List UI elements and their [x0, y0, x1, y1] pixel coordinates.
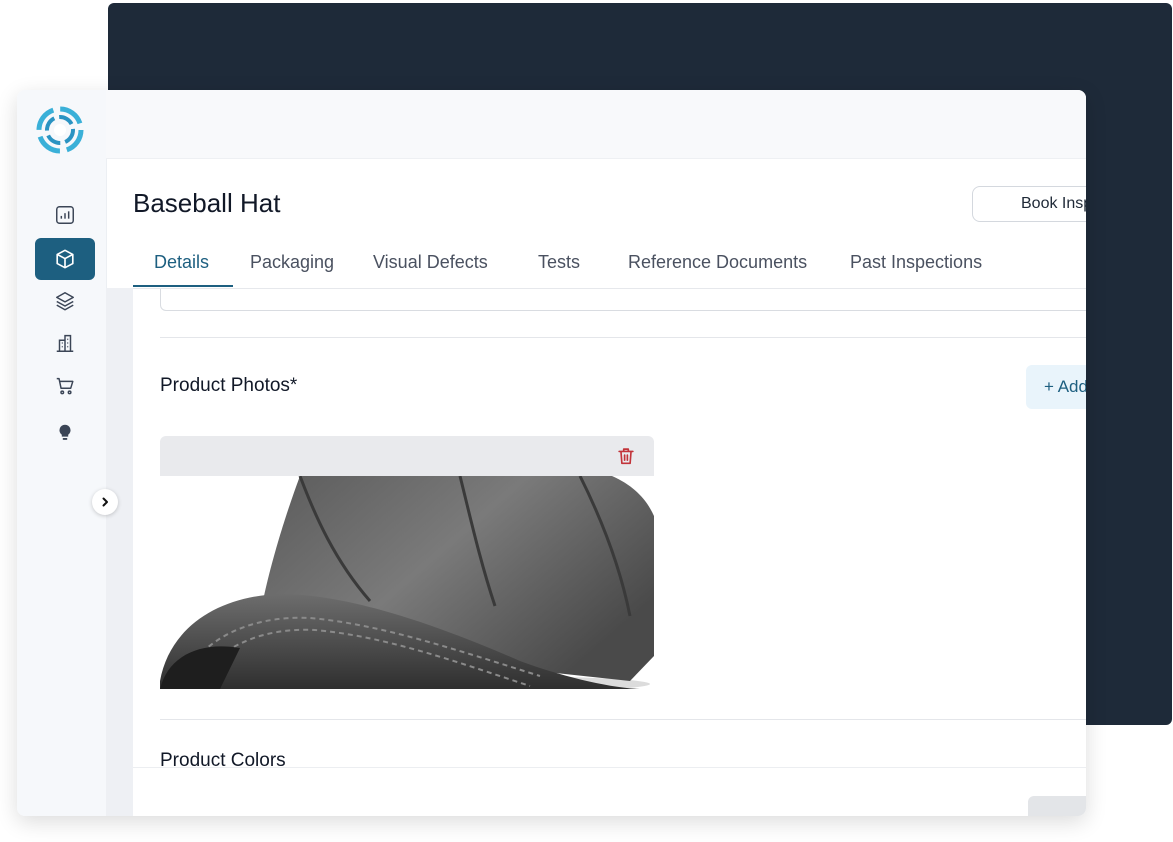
- layers-icon: [56, 292, 74, 311]
- active-tab-indicator: [133, 285, 233, 287]
- app-window: Baseball Hat Book Inspection Details Pac…: [17, 90, 1086, 816]
- sidebar-item-orders[interactable]: [35, 365, 95, 407]
- tab-packaging[interactable]: Packaging: [250, 238, 334, 288]
- analytics-icon: [56, 206, 74, 224]
- shopping-cart-icon: [56, 377, 74, 395]
- sidebar-item-factories[interactable]: [35, 322, 95, 364]
- product-box-icon: [56, 249, 74, 269]
- chevron-right-icon: [102, 497, 108, 507]
- sidebar-item-insights[interactable]: [35, 412, 95, 454]
- photo-card-header: [160, 436, 654, 476]
- details-content: Product Photos* + Add Product Colors: [133, 289, 1086, 816]
- product-photos-label: Product Photos*: [160, 375, 298, 396]
- product-photo-card: [160, 436, 654, 689]
- top-bar: [106, 90, 1086, 159]
- tab-tests[interactable]: Tests: [538, 238, 580, 288]
- logo-icon: [36, 106, 84, 154]
- tab-reference-documents[interactable]: Reference Documents: [628, 238, 807, 288]
- divider: [160, 719, 1086, 720]
- footer-action-button[interactable]: [1028, 796, 1086, 816]
- baseball-hat-photo: [160, 476, 654, 689]
- tab-visual-defects[interactable]: Visual Defects: [373, 238, 488, 288]
- sidebar: [17, 90, 107, 816]
- sidebar-expand-button[interactable]: [92, 489, 118, 515]
- building-icon: [56, 334, 74, 352]
- text-field[interactable]: [160, 289, 1086, 311]
- add-photo-button[interactable]: + Add: [1026, 365, 1086, 409]
- sidebar-item-analytics[interactable]: [35, 194, 95, 236]
- page-title: Baseball Hat: [133, 188, 281, 218]
- divider: [160, 337, 1086, 338]
- delete-icon[interactable]: [615, 445, 637, 467]
- sidebar-item-layers[interactable]: [35, 280, 95, 322]
- sidebar-item-products[interactable]: [35, 238, 95, 280]
- footer-bar: [133, 767, 1086, 816]
- content-gutter: [106, 288, 133, 816]
- tab-details[interactable]: Details: [154, 238, 209, 288]
- book-inspection-button[interactable]: Book Inspection: [972, 186, 1086, 222]
- lightbulb-icon: [59, 424, 71, 440]
- tab-past-inspections[interactable]: Past Inspections: [850, 238, 982, 288]
- tab-bar: Details Packaging Visual Defects Tests R…: [133, 238, 1086, 289]
